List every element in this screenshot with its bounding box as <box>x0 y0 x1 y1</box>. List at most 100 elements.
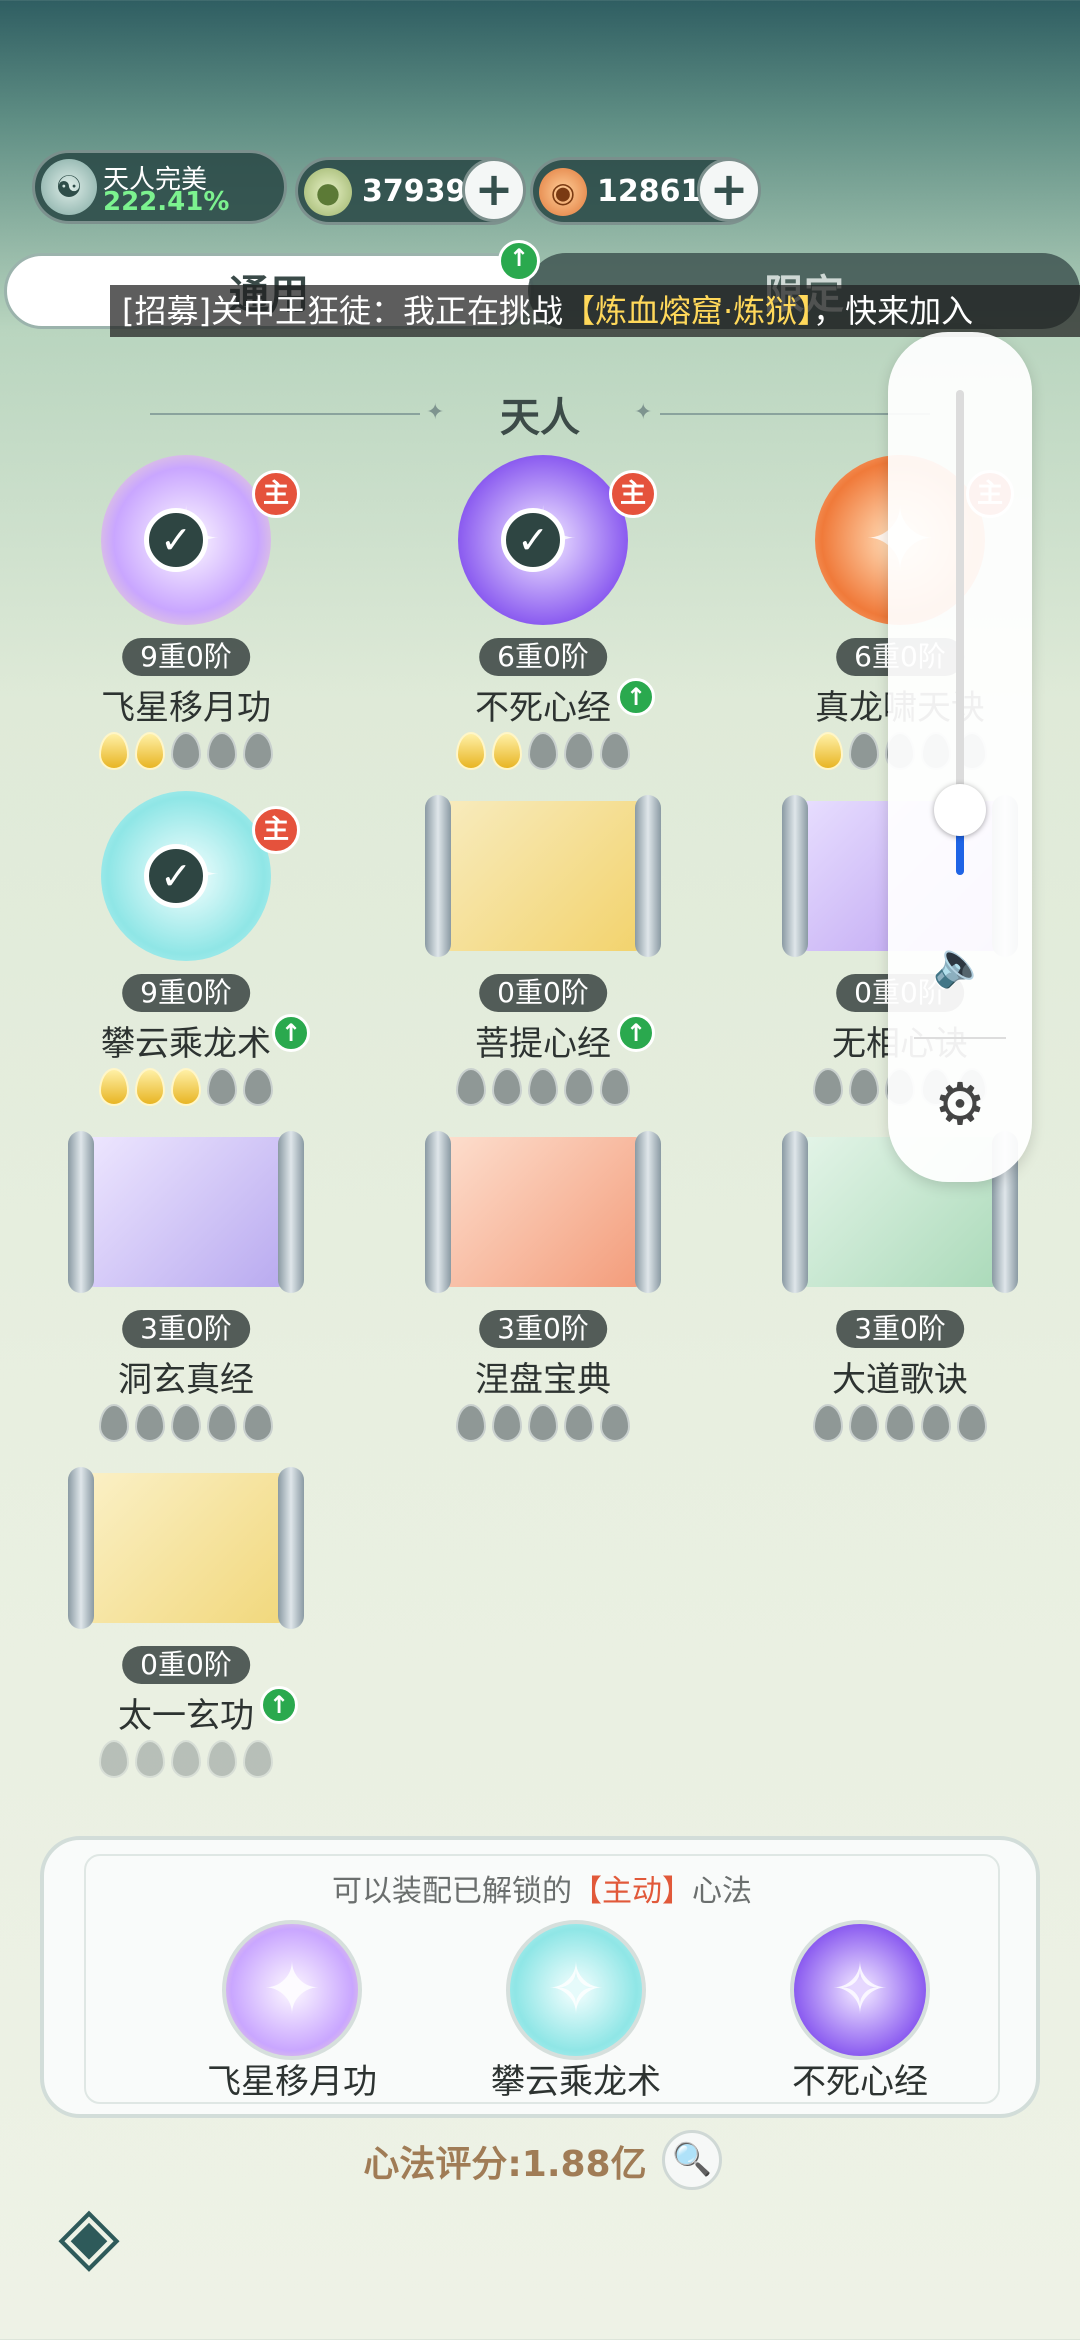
speaker-icon[interactable]: 🔈 <box>928 940 992 990</box>
realm-status[interactable]: ☯ 天人完美 222.41% <box>32 150 287 224</box>
jade-drop-icon: ● <box>304 168 352 216</box>
equipped-check-icon: ✓ <box>501 508 565 572</box>
skill-name: 飞星移月功 <box>101 688 271 728</box>
flame-star-icon <box>813 732 843 770</box>
main-badge: 主 <box>609 470 657 518</box>
flame-star-icon <box>171 1404 201 1442</box>
skill-score: 心法评分:1.88亿 <box>0 2135 1080 2187</box>
equipped-check-icon: ✓ <box>144 508 208 572</box>
skill-card[interactable]: 3重0阶 涅盘宝典 <box>423 1112 663 1442</box>
skill-card[interactable]: 0重0阶 菩提心经 ↑ <box>423 776 663 1106</box>
equip-slot-name: 不死心经 <box>792 2062 928 2102</box>
flame-star-icon <box>99 1068 129 1106</box>
phoenix-scroll-icon <box>425 1131 661 1293</box>
equip-slot[interactable]: ✦ 飞星移月功 <box>182 1920 382 2102</box>
flame-star-icon <box>528 1068 558 1106</box>
skill-art <box>68 1448 304 1648</box>
star-rating <box>423 1068 663 1106</box>
recruit-suffix: ，快来加入 <box>813 292 974 330</box>
flame-star-icon <box>957 1404 987 1442</box>
star-rating <box>423 732 663 770</box>
figure-icon: ✧ <box>506 1920 646 2060</box>
main-badge: 主 <box>252 470 300 518</box>
skill-level: 9重0阶 <box>122 638 250 676</box>
flame-star-icon <box>135 732 165 770</box>
recruit-banner[interactable]: [招募]关中王狂徒：我正在挑战【炼血熔窟·炼狱】，快来加入 <box>110 285 1080 337</box>
figure-icon: ✦ <box>222 1920 362 2060</box>
flame-star-icon <box>600 1068 630 1106</box>
star-rating <box>66 732 306 770</box>
gear-icon[interactable]: ⚙ <box>926 1070 994 1138</box>
flame-star-icon <box>135 1740 165 1778</box>
flame-star-icon <box>243 1740 273 1778</box>
flame-star-icon <box>135 1068 165 1106</box>
sage-avatar-icon: ☯ <box>41 159 97 215</box>
flame-star-icon <box>99 1404 129 1442</box>
skill-level: 0重0阶 <box>122 1646 250 1684</box>
tab-upgrade-arrow-icon: ↑ <box>498 240 540 282</box>
equip-hint-prefix: 可以装配已解锁的 <box>332 1874 572 1909</box>
skill-card[interactable]: ✧ ✓ 主 9重0阶 攀云乘龙术 ↑ <box>66 776 310 1106</box>
flame-star-icon <box>171 1740 201 1778</box>
equip-slot[interactable]: ✧ 攀云乘龙术 <box>466 1920 666 2102</box>
volume-slider-handle[interactable] <box>934 784 986 836</box>
flame-star-icon <box>99 1740 129 1778</box>
currency-jade: ● 37939 + <box>295 157 526 225</box>
equip-hint-active: 【主动】 <box>572 1874 692 1909</box>
upgrade-arrow-icon: ↑ <box>617 1014 655 1052</box>
skill-level: 3重0阶 <box>479 1310 607 1348</box>
flame-star-icon <box>243 1068 273 1106</box>
skill-level: 9重0阶 <box>122 974 250 1012</box>
flame-star-icon <box>99 732 129 770</box>
star-rating <box>423 1404 663 1442</box>
skill-card[interactable]: ✧ ✓ 主 6重0阶 不死心经 ↑ <box>423 440 663 770</box>
diamond-ornament-icon: ✦ <box>634 400 653 425</box>
menu-logo-icon[interactable]: ◈ <box>34 2190 144 2280</box>
main-badge: 主 <box>252 806 300 854</box>
skill-art <box>68 1112 304 1312</box>
flame-star-icon <box>528 1404 558 1442</box>
skill-card[interactable]: 0重0阶 太一玄功 ↑ <box>66 1448 306 1778</box>
flame-star-icon <box>813 1068 843 1106</box>
upgrade-arrow-icon: ↑ <box>272 1014 310 1052</box>
volume-panel: 🔈 ⚙ <box>888 332 1032 1182</box>
realm-percent: 222.41% <box>103 187 230 217</box>
flame-star-icon <box>171 1068 201 1106</box>
flame-star-icon <box>564 1068 594 1106</box>
flame-star-icon <box>207 732 237 770</box>
add-jade-button[interactable]: + <box>462 158 526 222</box>
add-gem-button[interactable]: + <box>697 158 761 222</box>
equip-slot[interactable]: ✧ 不死心经 <box>750 1920 950 2102</box>
flame-star-icon <box>849 1068 879 1106</box>
star-rating <box>66 1740 306 1778</box>
figure-icon: ✧ <box>790 1920 930 2060</box>
equip-slot-name: 攀云乘龙术 <box>491 2062 661 2102</box>
star-rating <box>66 1404 306 1442</box>
flame-star-icon <box>207 1068 237 1106</box>
flame-star-icon <box>600 1404 630 1442</box>
flame-star-icon <box>813 1404 843 1442</box>
spiral-gem-icon: ◉ <box>539 168 587 216</box>
recruit-highlight: 【炼血熔窟·炼狱】 <box>562 292 814 330</box>
skill-name: 大道歌诀 <box>832 1360 968 1400</box>
skill-name: 涅盘宝典 <box>475 1360 611 1400</box>
gem-amount: 12861 <box>597 174 702 209</box>
skill-card[interactable]: ✦ ✓ 主 9重0阶 飞星移月功 <box>66 440 306 770</box>
skill-card[interactable]: 3重0阶 洞玄真经 <box>66 1112 306 1442</box>
flame-star-icon <box>456 1068 486 1106</box>
upgrade-arrow-icon: ↑ <box>260 1686 298 1724</box>
skill-name: 洞玄真经 <box>118 1360 254 1400</box>
equipped-check-icon: ✓ <box>144 844 208 908</box>
flame-star-icon <box>492 1404 522 1442</box>
flame-star-icon <box>849 732 879 770</box>
equip-hint-suffix: 心法 <box>692 1874 752 1909</box>
flame-star-icon <box>243 1404 273 1442</box>
currency-gem: ◉ 12861 + <box>530 157 761 225</box>
skill-art <box>425 776 661 976</box>
flame-star-icon <box>528 732 558 770</box>
search-icon[interactable]: 🔍 <box>662 2130 722 2190</box>
equip-panel: 可以装配已解锁的【主动】心法 ✦ 飞星移月功 ✧ 攀云乘龙术 ✧ 不死心经 <box>40 1836 1040 2118</box>
flame-star-icon <box>921 1404 951 1442</box>
upgrade-arrow-icon: ↑ <box>617 678 655 716</box>
flame-star-icon <box>492 732 522 770</box>
